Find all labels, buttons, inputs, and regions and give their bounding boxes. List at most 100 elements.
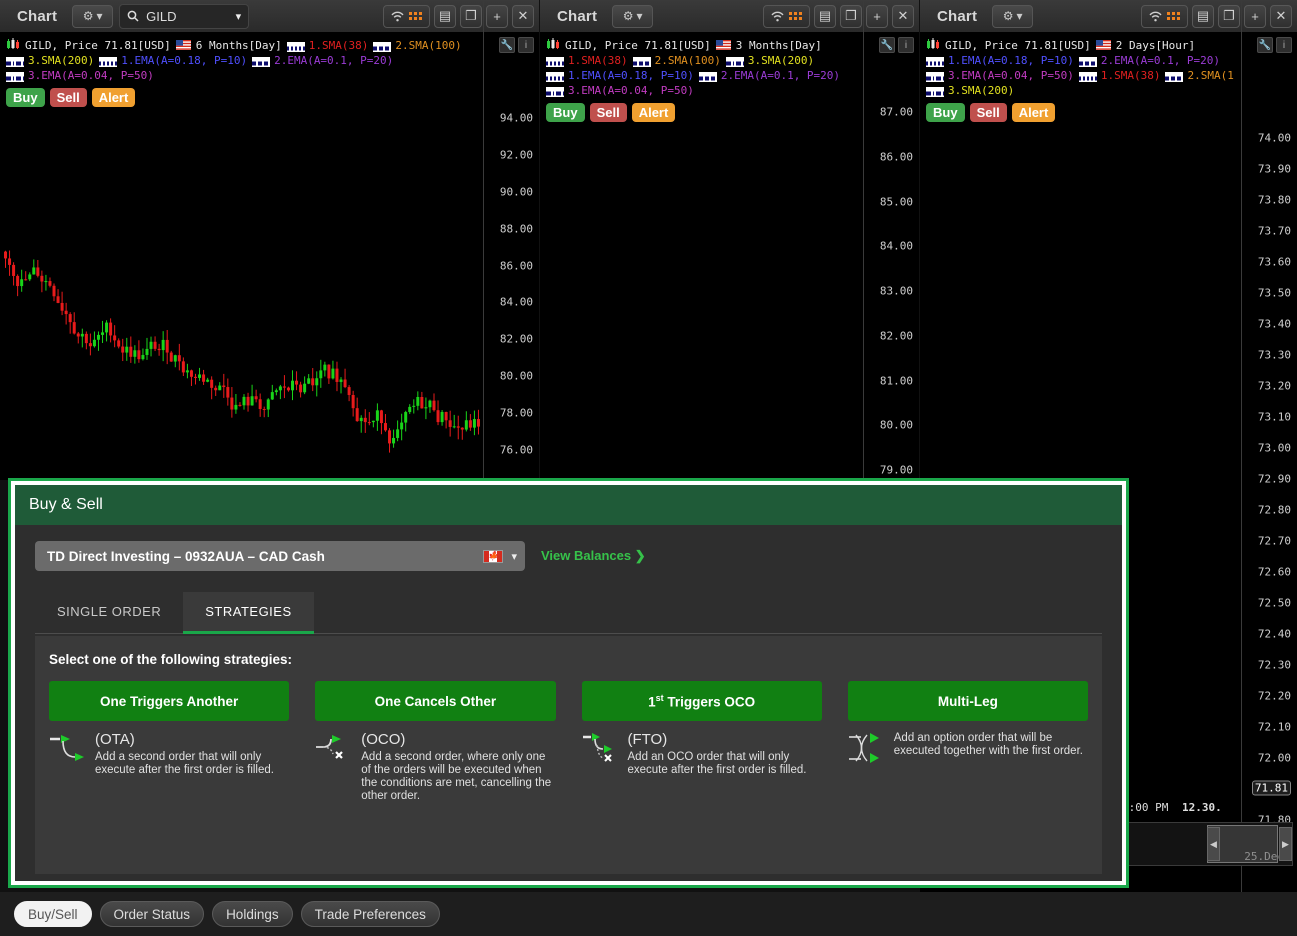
one-triggers-another-button[interactable]: One Triggers Another xyxy=(49,681,290,721)
account-select[interactable]: TD Direct Investing – 0932AUA – CAD Cash… xyxy=(35,541,525,571)
chart1-y-axis: 94.00 92.00 90.00 88.00 86.00 84.00 82.00 80.00… xyxy=(483,0,539,480)
yax2-tick-3: 84.00 xyxy=(879,239,913,253)
yax2-tick-5: 82.00 xyxy=(879,329,913,343)
multileg-diagram-icon xyxy=(848,731,888,775)
bottom-toolbar: Buy/Sell Order Status Holdings Trade Pre… xyxy=(0,892,1297,936)
fto-description: Add an OCO order that will only execute … xyxy=(627,751,807,776)
fto-button-prefix: 1 xyxy=(648,694,656,710)
strategy-info-oco: (OCO) Add a second order, where only one… xyxy=(315,731,555,803)
yax3-tick-18: 72.20 xyxy=(1257,689,1291,703)
app-root: Chart ⚙ ▾ GILD ▾ ▤ ❐ + ✕ 🔧 i GILD, Price… xyxy=(0,0,1297,936)
multileg-description: Add an option order that will be execute… xyxy=(893,732,1083,757)
yax3-tick-9: 73.10 xyxy=(1257,410,1291,424)
bottom-button-buy-sell[interactable]: Buy/Sell xyxy=(14,901,92,927)
tab-single-order[interactable]: SINGLE ORDER xyxy=(35,592,183,634)
yax3-tick-15: 72.50 xyxy=(1257,596,1291,610)
account-row: TD Direct Investing – 0932AUA – CAD Cash… xyxy=(35,541,1102,571)
chart3-xtick-1: 12.30. xyxy=(1182,801,1222,814)
ota-code: (OTA) xyxy=(95,731,135,748)
strategies-panel: Select one of the following strategies: … xyxy=(35,636,1102,874)
yax3-tick-13: 72.70 xyxy=(1257,534,1291,548)
yax3-tick-3: 73.70 xyxy=(1257,224,1291,238)
yax3-tick-2: 73.80 xyxy=(1257,193,1291,207)
chart3-overview-handle-left[interactable]: ◀ xyxy=(1207,827,1220,861)
yax3-tick-1: 73.90 xyxy=(1257,162,1291,176)
yax1-tick-4: 86.00 xyxy=(499,259,533,273)
oco-description: Add a second order, where only one of th… xyxy=(361,751,552,802)
yax1-tick-8: 78.00 xyxy=(499,406,533,420)
yax3-tick-17: 72.30 xyxy=(1257,658,1291,672)
chart2-y-axis: 87.00 86.00 85.00 84.00 83.00 82.00 81.00 80.00… xyxy=(863,0,919,480)
fto-code: (FTO) xyxy=(627,731,668,748)
strategy-card-multileg: Multi-Leg Add an option order that will … xyxy=(847,681,1088,803)
yax2-tick-4: 83.00 xyxy=(879,284,913,298)
yax1-tick-9: 76.00 xyxy=(499,443,533,457)
chart1-plot[interactable]: 94.00 92.00 90.00 88.00 86.00 84.00 82.00 80.00… xyxy=(0,0,539,480)
oco-diagram-icon xyxy=(315,731,355,775)
strategy-card-ota: One Triggers Another (OTA) Add a second … xyxy=(49,681,290,803)
yax2-tick-0: 87.00 xyxy=(879,105,913,119)
order-tabs: SINGLE ORDER STRATEGIES xyxy=(35,591,1102,634)
one-cancels-other-button[interactable]: One Cancels Other xyxy=(315,681,556,721)
oco-code: (OCO) xyxy=(361,731,406,748)
strategy-card-oco: One Cancels Other (OCO) Add a second ord… xyxy=(315,681,556,803)
strategy-text-fto: (FTO) Add an OCO order that will only ex… xyxy=(628,731,822,777)
yax3-tick-14: 72.60 xyxy=(1257,565,1291,579)
buy-sell-title: Buy & Sell xyxy=(29,496,103,513)
chart-window-2: Chart ⚙ ▾ ▤ ❐ + ✕ 🔧 i GILD, Price 71.81[… xyxy=(540,0,919,480)
strategies-grid: One Triggers Another (OTA) Add a second … xyxy=(49,681,1088,803)
yax2-tick-7: 80.00 xyxy=(879,418,913,432)
yax1-tick-7: 80.00 xyxy=(499,369,533,383)
yax3-tick-12: 72.80 xyxy=(1257,503,1291,517)
yax3-tick-6: 73.40 xyxy=(1257,317,1291,331)
yax1-tick-1: 92.00 xyxy=(499,148,533,162)
yax3-tick-16: 72.40 xyxy=(1257,627,1291,641)
chart3-overview-handle-right[interactable]: ▶ xyxy=(1279,827,1292,861)
yax3-tick-10: 73.00 xyxy=(1257,441,1291,455)
yax3-tick-7: 73.30 xyxy=(1257,348,1291,362)
chart3-current-price-marker: 71.81 xyxy=(1251,780,1291,796)
ota-description: Add a second order that will only execut… xyxy=(95,751,274,776)
bottom-button-holdings[interactable]: Holdings xyxy=(212,901,293,927)
bottom-button-order-status[interactable]: Order Status xyxy=(99,901,205,927)
yax1-tick-2: 90.00 xyxy=(499,185,533,199)
multi-leg-button[interactable]: Multi-Leg xyxy=(847,681,1088,721)
strategy-info-multileg: Add an option order that will be execute… xyxy=(848,731,1088,775)
chart2-plot[interactable]: 87.00 86.00 85.00 84.00 83.00 82.00 81.00 80.00… xyxy=(540,0,919,480)
buy-sell-header: Buy & Sell xyxy=(15,485,1122,525)
strategy-text-oco: (OCO) Add a second order, where only one… xyxy=(361,731,555,803)
yax3-tick-19: 72.10 xyxy=(1257,720,1291,734)
yax1-tick-6: 82.00 xyxy=(499,332,533,346)
buy-sell-panel: Buy & Sell TD Direct Investing – 0932AUA… xyxy=(8,478,1129,888)
yax1-tick-3: 88.00 xyxy=(499,222,533,236)
view-balances-link[interactable]: View Balances ❯ xyxy=(541,548,646,564)
fto-button-sup: st xyxy=(655,692,664,703)
yax1-tick-5: 84.00 xyxy=(499,295,533,309)
yax1-tick-0: 94.00 xyxy=(499,111,533,125)
yax3-tick-4: 73.60 xyxy=(1257,255,1291,269)
yax2-tick-6: 81.00 xyxy=(879,374,913,387)
first-triggers-oco-button[interactable]: 1st Triggers OCO xyxy=(581,681,822,721)
strategy-info-fto: (FTO) Add an OCO order that will only ex… xyxy=(582,731,822,777)
yax3-tick-11: 72.90 xyxy=(1257,472,1291,486)
yax2-tick-2: 85.00 xyxy=(879,195,913,208)
yax3-tick-8: 73.20 xyxy=(1257,379,1291,393)
yax2-tick-8: 79.00 xyxy=(879,463,913,477)
ca-flag-icon: 🍁 xyxy=(483,549,504,563)
fto-diagram-icon xyxy=(582,731,622,775)
yax3-tick-0: 74.00 xyxy=(1257,131,1291,145)
fto-button-suffix: Triggers OCO xyxy=(663,694,756,710)
chart3-y-axis: 74.00 73.90 73.80 73.70 73.60 73.50 73.40 73.30… xyxy=(1241,0,1297,892)
strategy-info-ota: (OTA) Add a second order that will only … xyxy=(49,731,289,777)
view-balances-label: View Balances xyxy=(541,548,632,563)
tab-strategies[interactable]: STRATEGIES xyxy=(183,592,314,634)
bottom-button-trade-preferences[interactable]: Trade Preferences xyxy=(300,901,440,927)
buy-sell-inner: Buy & Sell TD Direct Investing – 0932AUA… xyxy=(15,485,1122,881)
buy-sell-body: TD Direct Investing – 0932AUA – CAD Cash… xyxy=(15,525,1122,874)
strategies-heading: Select one of the following strategies: xyxy=(49,652,293,667)
chevron-right-icon: ❯ xyxy=(634,548,646,563)
strategy-text-ota: (OTA) Add a second order that will only … xyxy=(95,731,289,777)
ota-diagram-icon xyxy=(49,731,89,775)
chart-window-1: Chart ⚙ ▾ GILD ▾ ▤ ❐ + ✕ 🔧 i GILD, Price… xyxy=(0,0,539,480)
yax2-tick-1: 86.00 xyxy=(879,150,913,164)
